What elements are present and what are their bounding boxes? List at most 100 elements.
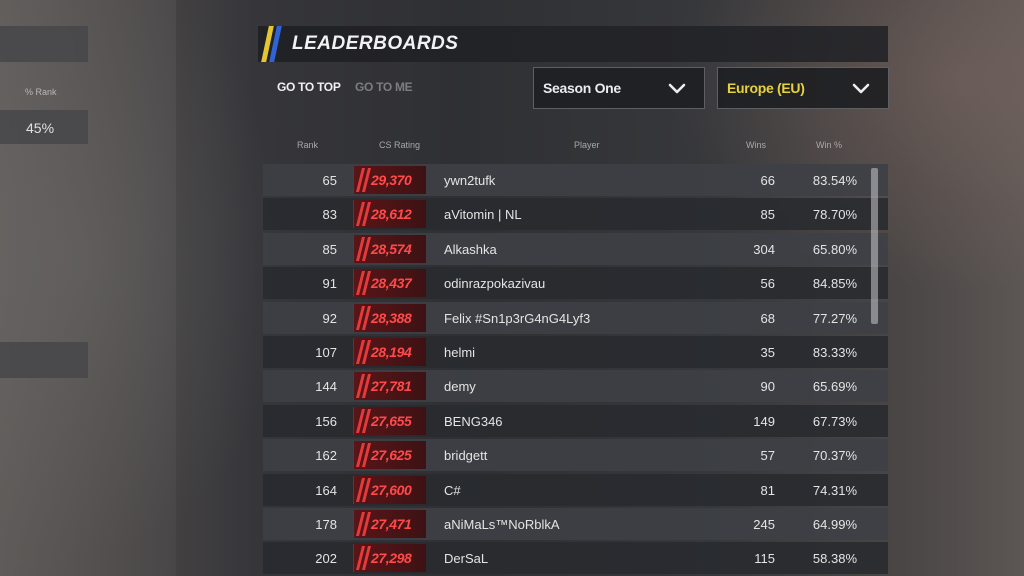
win-percent-cell: 58.38% <box>812 551 857 567</box>
side-panel-lower-bar <box>0 342 88 378</box>
player-name[interactable]: DerSaL <box>444 551 488 566</box>
cs-rating-value: 27,655 <box>371 412 412 429</box>
cs-rating-badge: 27,655 <box>353 406 426 435</box>
wins-cell: 57 <box>760 448 775 464</box>
cs-rating-value: 28,194 <box>371 344 412 360</box>
column-header-win-percent: Win % <box>816 140 843 150</box>
table-row[interactable]: 85 28,574 Alkashka 304 65.80% <box>263 232 888 265</box>
side-panel-header-bar <box>0 26 88 62</box>
win-percent-cell: 84.85% <box>812 276 857 292</box>
table-row[interactable]: 178 27,471 aNiMaLs™NoRblkA 245 64.99% <box>263 508 888 540</box>
player-name[interactable]: bridgett <box>444 448 487 463</box>
region-select-value: Europe (EU) <box>727 80 805 96</box>
cs-rating-badge: 28,612 <box>353 200 426 229</box>
cs-rating-value: 27,781 <box>371 378 412 395</box>
table-row[interactable]: 144 27,781 demy 90 65.69% <box>263 370 888 403</box>
column-header-cs-rating: CS Rating <box>379 140 421 150</box>
chevron-down-icon <box>668 83 686 94</box>
leaderboard-table: 65 29,370 ywn2tufk 66 83.54% 83 28,612 aVitomin… <box>263 164 888 576</box>
player-name[interactable]: aNiMaLs™NoRblkA <box>444 517 560 532</box>
column-header-rank: Rank <box>297 140 319 150</box>
rank-cell: 162 <box>315 448 337 464</box>
player-name[interactable]: ywn2tufk <box>444 173 495 188</box>
player-name[interactable]: demy <box>444 379 476 394</box>
table-row[interactable]: 107 28,194 helmi 35 83.33% <box>263 336 888 368</box>
column-header-wins: Wins <box>746 140 766 150</box>
player-name[interactable]: odinrazpokazivau <box>444 276 545 291</box>
win-percent-cell: 78.70% <box>812 207 857 223</box>
table-row[interactable]: 202 27,298 DerSaL 115 58.38% <box>263 542 888 575</box>
cs-rating-value: 27,600 <box>371 481 412 498</box>
win-percent-cell: 65.69% <box>812 379 857 395</box>
table-row[interactable]: 91 28,437 odinrazpokazivau 56 84.85% <box>263 267 888 300</box>
rank-cell: 178 <box>315 517 337 532</box>
table-row[interactable]: 156 27,655 BENG346 149 67.73% <box>263 404 888 437</box>
leaderboards-header: LEADERBOARDS <box>258 26 888 62</box>
rank-percent-value: 45% <box>26 120 55 136</box>
win-percent-cell: 83.54% <box>812 173 857 188</box>
table-row[interactable]: 162 27,625 bridgett 57 70.37% <box>263 439 888 472</box>
cs-rating-badge: 28,574 <box>353 234 426 263</box>
cs-rating-badge: 29,370 <box>353 166 426 194</box>
cs-rating-value: 27,298 <box>371 550 412 567</box>
wins-cell: 56 <box>760 276 775 292</box>
player-name[interactable]: aVitomin | NL <box>444 207 522 222</box>
wins-cell: 68 <box>760 310 775 326</box>
go-to-me-link[interactable]: GO TO ME <box>355 80 413 94</box>
cs-rating-badge: 27,600 <box>353 475 426 504</box>
wins-cell: 304 <box>753 241 775 257</box>
cs-rating-badge: 27,471 <box>353 510 426 538</box>
table-row[interactable]: 92 28,388 Felix #Sn1p3rG4nG4Lyf3 68 77.27% <box>263 301 888 334</box>
player-name[interactable]: Felix #Sn1p3rG4nG4Lyf3 <box>444 311 590 326</box>
cs-rating-badge: 27,625 <box>353 441 426 470</box>
rank-cell: 144 <box>315 379 337 395</box>
rank-cell: 85 <box>322 241 337 257</box>
go-to-top-link[interactable]: GO TO TOP <box>277 80 341 94</box>
side-panel: % Rank 45% <box>0 0 176 576</box>
wins-cell: 115 <box>754 551 775 567</box>
wins-cell: 35 <box>760 345 775 360</box>
cs-rating-badge: 28,437 <box>353 269 426 298</box>
rank-cell: 65 <box>322 173 337 188</box>
player-name[interactable]: BENG346 <box>444 414 503 429</box>
player-name[interactable]: C# <box>444 483 461 498</box>
cs-rating-value: 27,471 <box>371 516 412 532</box>
wins-cell: 149 <box>753 413 775 429</box>
table-row[interactable]: 164 27,600 C# 81 74.31% <box>263 473 888 506</box>
wins-cell: 90 <box>760 379 775 395</box>
rank-cell: 92 <box>322 310 337 326</box>
season-select[interactable]: Season One <box>533 67 705 109</box>
rank-cell: 156 <box>315 413 337 429</box>
win-percent-cell: 67.73% <box>812 413 857 429</box>
rank-cell: 107 <box>315 345 337 360</box>
rank-cell: 83 <box>322 207 337 223</box>
cs-rating-badge: 28,388 <box>353 303 426 332</box>
page-title: LEADERBOARDS <box>292 33 459 54</box>
wins-cell: 81 <box>760 482 775 498</box>
cs-rating-value: 28,574 <box>371 240 412 257</box>
region-select[interactable]: Europe (EU) <box>717 67 889 109</box>
cs-rating-badge: 27,298 <box>353 544 426 573</box>
rank-cell: 164 <box>315 482 337 498</box>
win-percent-cell: 64.99% <box>812 517 857 532</box>
player-name[interactable]: Alkashka <box>444 242 497 257</box>
win-percent-cell: 70.37% <box>812 448 857 464</box>
table-row[interactable]: 83 28,612 aVitomin | NL 85 78.70% <box>263 198 888 231</box>
cs-rating-value: 28,612 <box>371 206 412 223</box>
cs-rating-value: 28,388 <box>371 309 412 326</box>
scrollbar-thumb[interactable] <box>871 168 878 324</box>
table-row[interactable]: 65 29,370 ywn2tufk 66 83.54% <box>263 164 888 196</box>
player-name[interactable]: helmi <box>444 345 475 360</box>
win-percent-cell: 74.31% <box>812 482 857 498</box>
rank-cell: 202 <box>315 551 337 567</box>
wins-cell: 245 <box>753 517 775 532</box>
rank-cell: 91 <box>322 276 337 292</box>
win-percent-cell: 77.27% <box>812 310 857 326</box>
cs-rating-value: 29,370 <box>371 172 412 188</box>
win-percent-cell: 83.33% <box>812 345 857 360</box>
cs-rating-value: 27,625 <box>371 447 412 464</box>
rank-percent-label: % Rank <box>25 87 57 97</box>
cs-rating-badge: 27,781 <box>353 372 426 401</box>
chevron-down-icon <box>852 83 870 94</box>
column-header-player: Player <box>574 140 600 150</box>
